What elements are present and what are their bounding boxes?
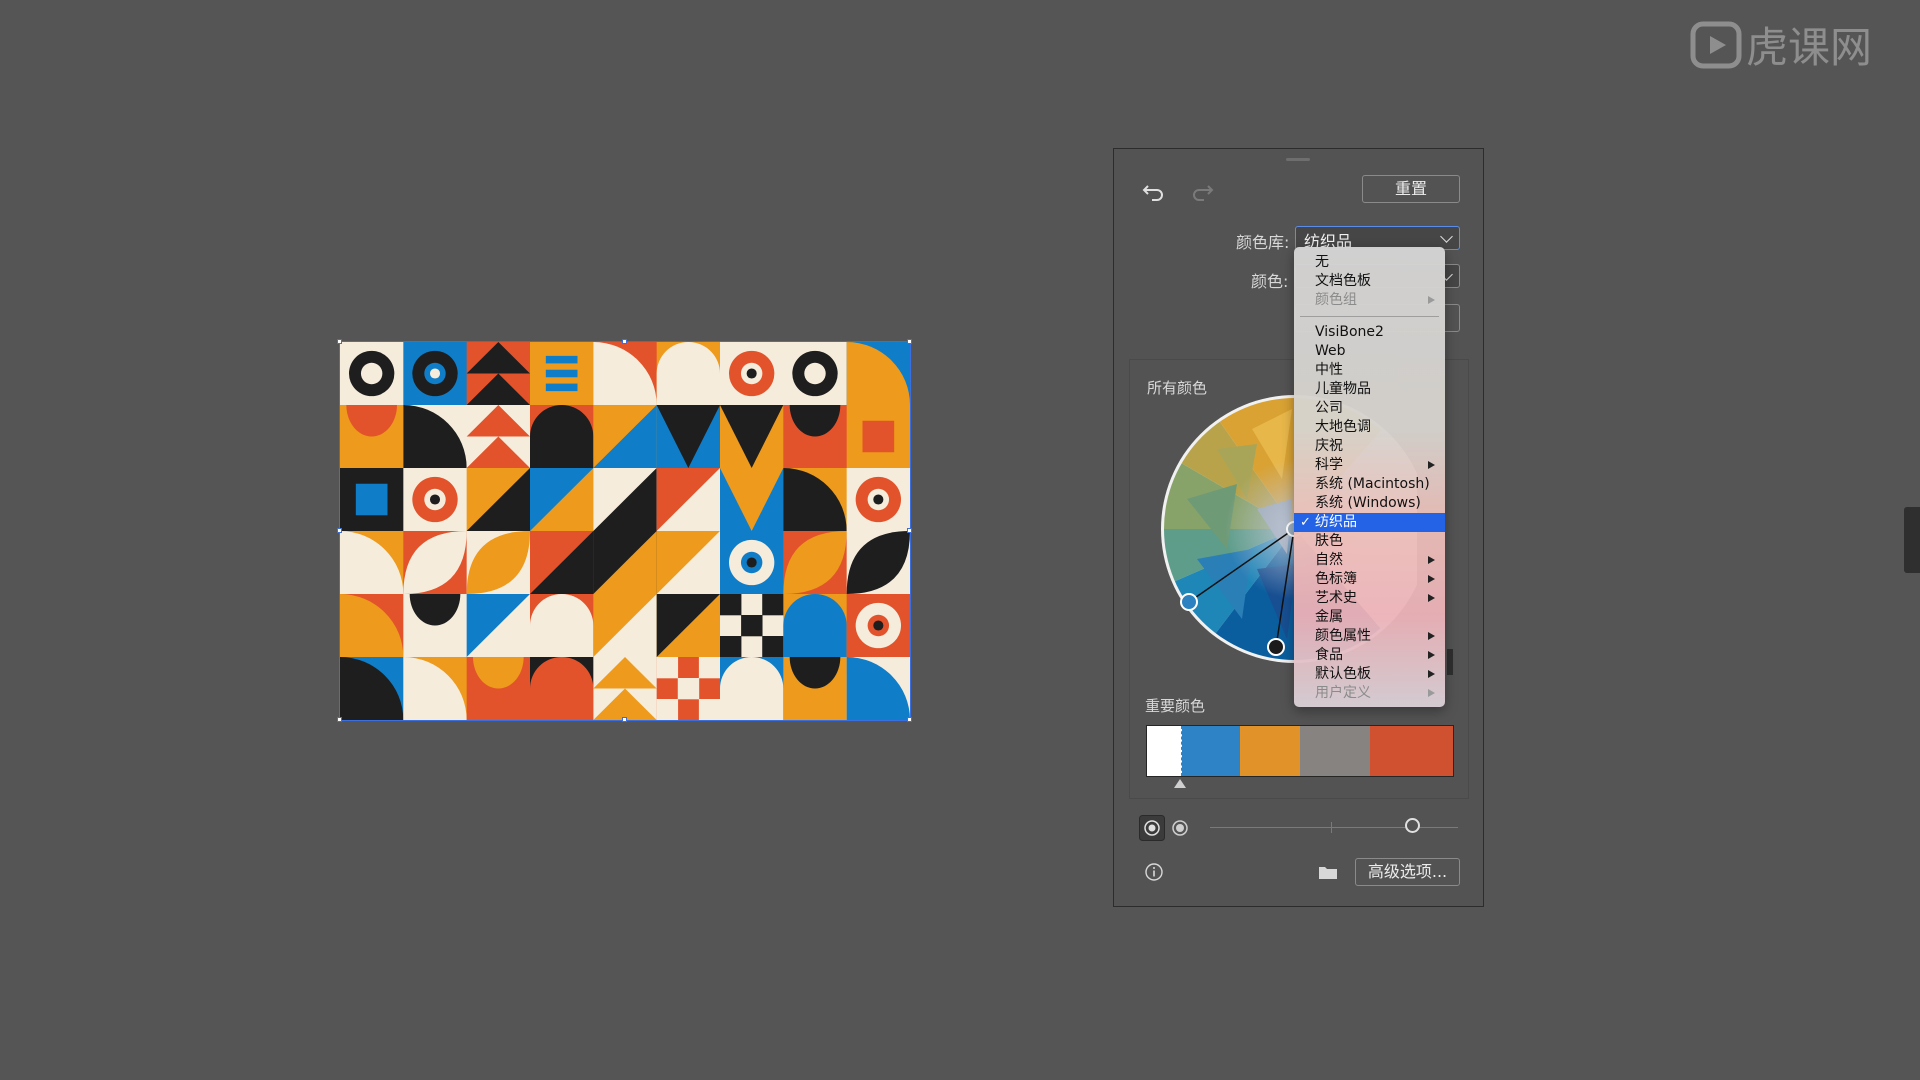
color-library-label: 颜色库: xyxy=(1236,233,1290,252)
menu-item[interactable]: 系统 (Macintosh) xyxy=(1294,475,1445,494)
huke-watermark-logo: 虎课网 xyxy=(1690,21,1872,72)
submenu-arrow-icon xyxy=(1428,461,1435,469)
submenu-arrow-icon xyxy=(1428,296,1435,304)
info-icon[interactable] xyxy=(1144,862,1164,882)
color-swatch[interactable] xyxy=(1240,726,1300,776)
menu-item-label: 无 xyxy=(1315,254,1329,270)
selection-handle-tl[interactable] xyxy=(337,339,342,344)
menu-item-label: 中性 xyxy=(1315,362,1343,378)
menu-item-label: 颜色属性 xyxy=(1315,628,1371,644)
menu-item[interactable]: VisiBone2 xyxy=(1294,323,1445,342)
color-swatch[interactable] xyxy=(1370,726,1453,776)
menu-item-label: 系统 (Windows) xyxy=(1315,495,1421,511)
menu-item: 颜色组 xyxy=(1294,291,1445,310)
menu-item[interactable]: 色标簿 xyxy=(1294,570,1445,589)
menu-item-label: 默认色板 xyxy=(1315,666,1371,682)
menu-item-label: 金属 xyxy=(1315,609,1343,625)
menu-item-label: 大地色调 xyxy=(1315,419,1371,435)
menu-item-label: 公司 xyxy=(1315,400,1343,416)
radio-unselected-icon[interactable] xyxy=(1167,815,1193,841)
menu-item-label: 系统 (Macintosh) xyxy=(1315,476,1430,492)
menu-item: 用户定义 xyxy=(1294,684,1445,703)
colors-label: 颜色: xyxy=(1251,272,1289,291)
menu-item[interactable]: 公司 xyxy=(1294,399,1445,418)
menu-item-label: 儿童物品 xyxy=(1315,381,1371,397)
wheel-side-control[interactable] xyxy=(1447,649,1453,675)
menu-item[interactable]: 科学 xyxy=(1294,456,1445,475)
menu-item-label: 文档色板 xyxy=(1315,273,1371,289)
menu-item-label: 肤色 xyxy=(1315,533,1343,549)
submenu-arrow-icon xyxy=(1428,651,1435,659)
menu-item-label: 艺术史 xyxy=(1315,590,1357,606)
submenu-arrow-icon xyxy=(1428,575,1435,583)
menu-item[interactable]: 艺术史 xyxy=(1294,589,1445,608)
menu-item[interactable]: 食品 xyxy=(1294,646,1445,665)
submenu-arrow-icon xyxy=(1428,689,1435,697)
folder-icon[interactable] xyxy=(1318,864,1338,880)
redo-arrow-icon[interactable] xyxy=(1190,181,1214,201)
menu-item[interactable]: 默认色板 xyxy=(1294,665,1445,684)
chevron-down-icon xyxy=(1440,230,1453,243)
watermark-text: 虎课网 xyxy=(1746,23,1872,72)
submenu-arrow-icon xyxy=(1428,670,1435,678)
menu-item-label: 自然 xyxy=(1315,552,1343,568)
menu-item-label: 颜色组 xyxy=(1315,292,1357,308)
menu-item[interactable]: 无 xyxy=(1294,253,1445,272)
menu-item[interactable]: 自然 xyxy=(1294,551,1445,570)
slider-track[interactable] xyxy=(1210,827,1458,828)
menu-item[interactable]: 金属 xyxy=(1294,608,1445,627)
color-swatch[interactable] xyxy=(1147,726,1182,776)
color-swatch[interactable] xyxy=(1300,726,1370,776)
undo-arrow-icon[interactable] xyxy=(1142,181,1166,201)
important-colors-label: 重要颜色 xyxy=(1145,697,1206,715)
color-swatch[interactable] xyxy=(1182,726,1240,776)
slider-knob[interactable] xyxy=(1405,818,1420,833)
menu-item[interactable]: 系统 (Windows) xyxy=(1294,494,1445,513)
menu-item-label: 用户定义 xyxy=(1315,685,1371,701)
submenu-arrow-icon xyxy=(1428,594,1435,602)
menu-item[interactable]: ✓ 纺织品 xyxy=(1294,513,1445,532)
selection-handle-br[interactable] xyxy=(907,717,912,722)
menu-item[interactable]: 中性 xyxy=(1294,361,1445,380)
geometric-pattern-artwork xyxy=(340,342,910,720)
menu-item[interactable]: 大地色调 xyxy=(1294,418,1445,437)
menu-item[interactable]: 文档色板 xyxy=(1294,272,1445,291)
important-colors-bar[interactable] xyxy=(1146,725,1454,777)
side-panel-tab[interactable] xyxy=(1904,507,1920,573)
menu-item-label: 色标簿 xyxy=(1315,571,1357,587)
menu-item-label: 纺织品 xyxy=(1315,514,1357,530)
menu-item[interactable]: 肤色 xyxy=(1294,532,1445,551)
menu-item[interactable]: 庆祝 xyxy=(1294,437,1445,456)
selection-handle-bl[interactable] xyxy=(337,717,342,722)
panel-grip[interactable] xyxy=(1286,158,1310,161)
menu-item-label: 食品 xyxy=(1315,647,1343,663)
menu-separator xyxy=(1300,316,1439,317)
menu-item[interactable]: Web xyxy=(1294,342,1445,361)
menu-item-label: VisiBone2 xyxy=(1315,324,1384,340)
checkmark-icon: ✓ xyxy=(1300,515,1311,530)
menu-item[interactable]: 儿童物品 xyxy=(1294,380,1445,399)
advanced-options-button[interactable]: 高级选项... xyxy=(1355,858,1460,886)
radio-selected-icon[interactable] xyxy=(1139,815,1165,841)
submenu-arrow-icon xyxy=(1428,556,1435,564)
artwork-canvas[interactable] xyxy=(339,341,911,721)
selection-handle-tc[interactable] xyxy=(622,339,627,344)
color-library-dropdown-menu: 无文档色板颜色组 VisiBone2 Web 中性儿童物品公司大地色调庆祝科学系统 (… xyxy=(1294,247,1445,707)
selection-handle-bc[interactable] xyxy=(622,717,627,722)
selection-handle-ml[interactable] xyxy=(337,528,342,533)
selection-handle-mr[interactable] xyxy=(907,528,912,533)
selection-handle-tr[interactable] xyxy=(907,339,912,344)
slider-tick xyxy=(1331,822,1332,833)
reset-button[interactable]: 重置 xyxy=(1362,175,1460,203)
menu-item[interactable]: 颜色属性 xyxy=(1294,627,1445,646)
swatch-marker-handle[interactable] xyxy=(1174,779,1186,788)
menu-item-label: 科学 xyxy=(1315,457,1343,473)
menu-item-label: 庆祝 xyxy=(1315,438,1343,454)
menu-item-label: Web xyxy=(1315,343,1346,359)
submenu-arrow-icon xyxy=(1428,632,1435,640)
